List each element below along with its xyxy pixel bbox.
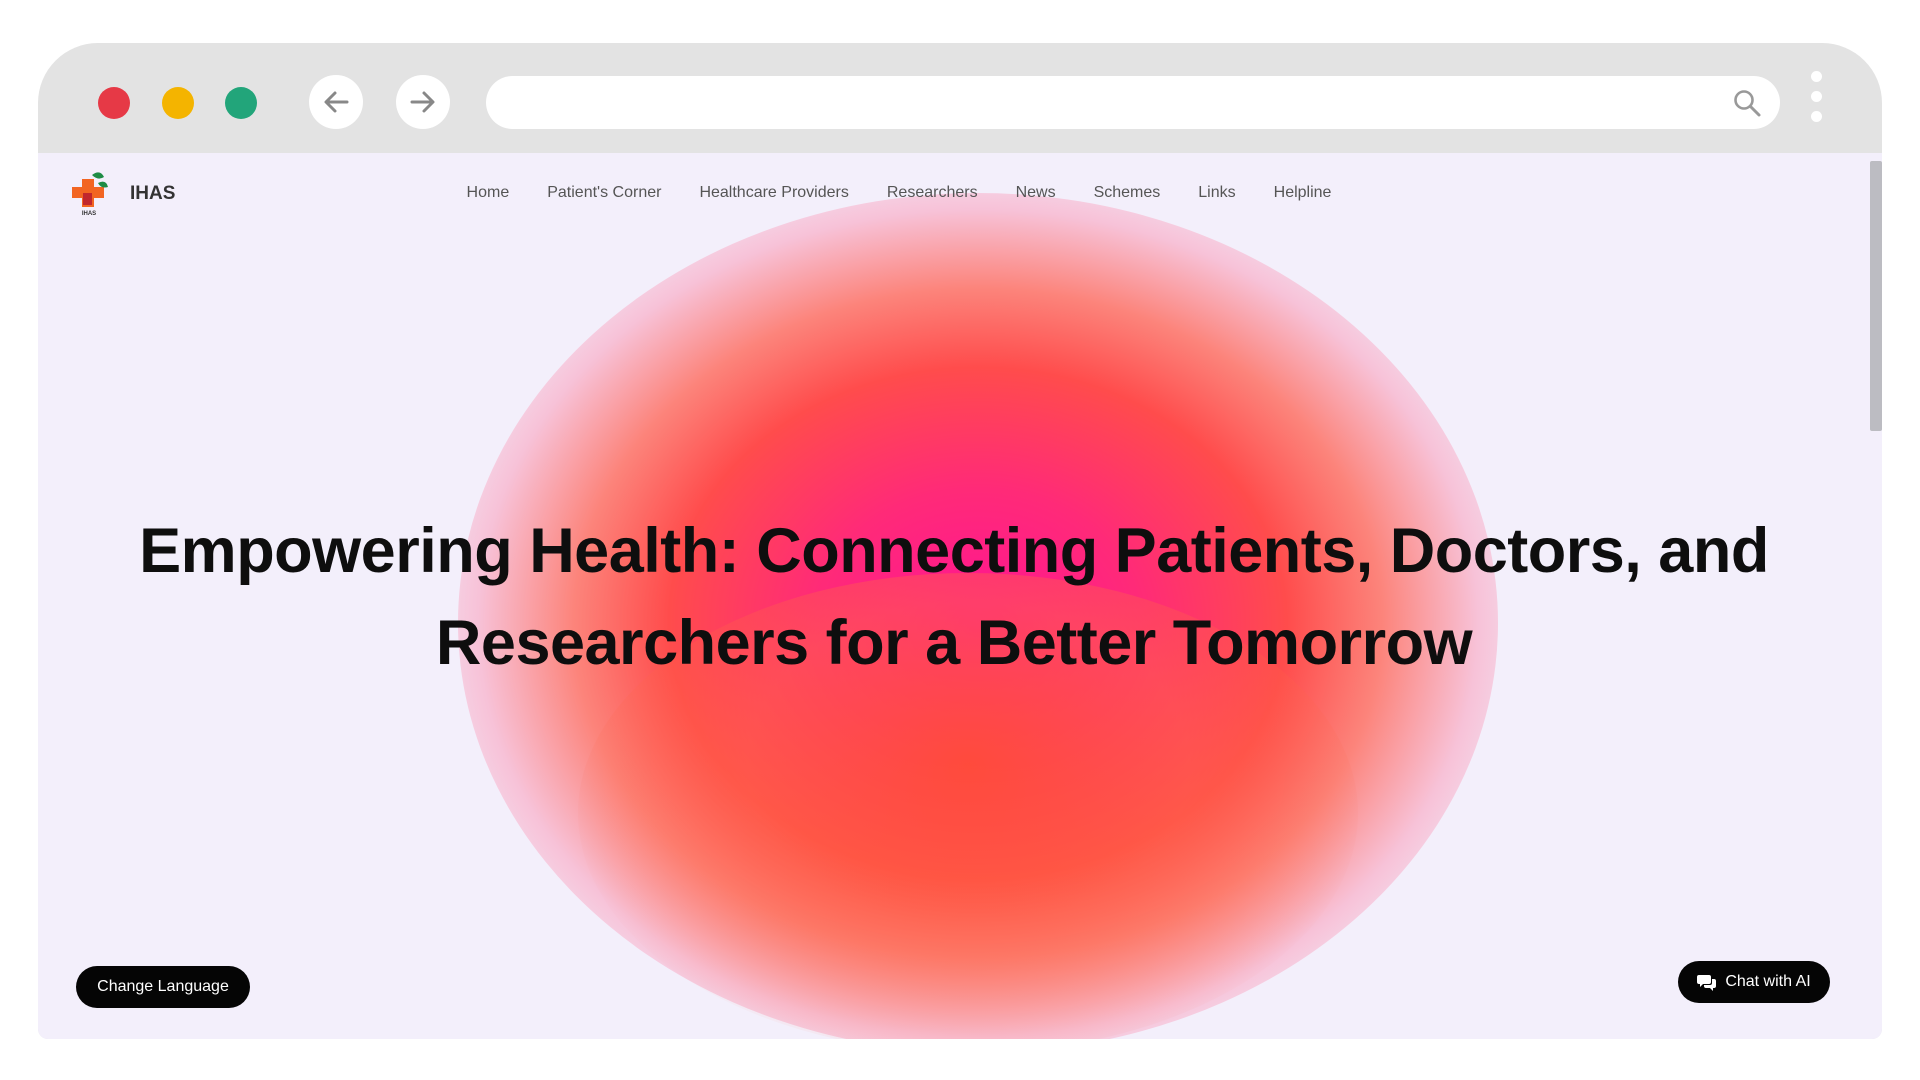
chat-bubbles-icon xyxy=(1697,975,1717,991)
logo-caption: IHAS xyxy=(82,211,96,217)
nav-news[interactable]: News xyxy=(1016,184,1056,202)
chat-with-ai-button[interactable]: Chat with AI xyxy=(1678,961,1830,1003)
nav-researchers[interactable]: Researchers xyxy=(887,184,978,202)
nav-helpline[interactable]: Helpline xyxy=(1274,184,1332,202)
address-bar[interactable] xyxy=(486,76,1780,129)
nav-healthcare-providers[interactable]: Healthcare Providers xyxy=(699,184,848,202)
back-arrow-icon xyxy=(324,91,349,113)
nav-home[interactable]: Home xyxy=(467,184,510,202)
forward-arrow-icon xyxy=(410,91,435,113)
browser-toolbar xyxy=(38,43,1882,153)
minimize-window-button[interactable] xyxy=(162,87,194,119)
page-viewport: IHAS IHAS Home Patient's Corner Healthca… xyxy=(38,153,1882,1039)
change-language-button[interactable]: Change Language xyxy=(76,966,250,1008)
change-language-label: Change Language xyxy=(97,978,229,995)
hero-line-1: Empowering Health: Connecting Patients, … xyxy=(139,516,1769,586)
nav-links[interactable]: Links xyxy=(1198,184,1235,202)
site-header: IHAS IHAS Home Patient's Corner Healthca… xyxy=(38,153,1870,233)
main-nav: Home Patient's Corner Healthcare Provide… xyxy=(38,184,1870,202)
browser-window: IHAS IHAS Home Patient's Corner Healthca… xyxy=(38,43,1882,1039)
kebab-menu-icon[interactable] xyxy=(1806,71,1826,135)
forward-button[interactable] xyxy=(396,75,450,129)
back-button[interactable] xyxy=(309,75,363,129)
maximize-window-button[interactable] xyxy=(225,87,257,119)
scrollbar-thumb[interactable] xyxy=(1870,161,1882,431)
hero-heading: Empowering Health: Connecting Patients, … xyxy=(78,505,1830,689)
hero-line-2: Researchers for a Better Tomorrow xyxy=(435,608,1473,678)
chat-with-ai-label: Chat with AI xyxy=(1725,973,1811,990)
search-icon[interactable] xyxy=(1732,88,1762,118)
close-window-button[interactable] xyxy=(98,87,130,119)
nav-patients-corner[interactable]: Patient's Corner xyxy=(547,184,661,202)
nav-schemes[interactable]: Schemes xyxy=(1094,184,1161,202)
